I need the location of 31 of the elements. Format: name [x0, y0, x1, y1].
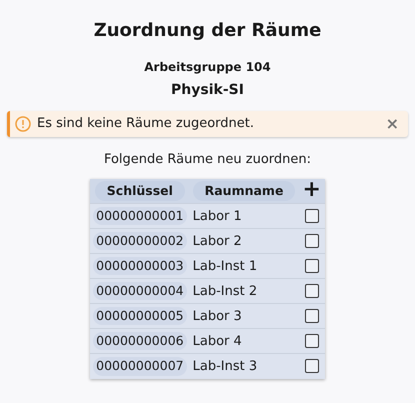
add-button[interactable]: + — [302, 179, 321, 202]
prompt-text: Folgende Räume neu zuordnen: — [104, 151, 312, 169]
room-name-cell: Labor 1 — [190, 204, 298, 229]
key-cell: 00000000006 — [93, 332, 187, 350]
room-name-cell: Labor 2 — [190, 228, 298, 254]
room-name-cell: Lab-Inst 2 — [190, 278, 298, 304]
key-cell: 00000000003 — [93, 256, 187, 276]
room-name-cell: Lab-Inst 1 — [190, 254, 298, 279]
warning-icon — [15, 116, 31, 132]
key-cell: 00000000004 — [93, 282, 187, 300]
key-cell: 00000000007 — [93, 356, 187, 376]
checkbox[interactable] — [304, 334, 319, 348]
checkbox[interactable] — [304, 284, 319, 298]
subject-name: Physik-SI — [171, 81, 244, 100]
group-name: Arbeitsgruppe 104 — [144, 59, 271, 76]
checkbox[interactable] — [304, 308, 319, 323]
key-cell: 00000000005 — [93, 306, 187, 326]
checkbox[interactable] — [304, 258, 319, 273]
alert-message: Es sind keine Räume zugeordnet. — [37, 115, 256, 134]
page-title: Zuordnung der Räume — [94, 19, 322, 43]
key-cell: 00000000001 — [93, 206, 187, 226]
key-cell: 00000000002 — [93, 232, 187, 250]
column-header[interactable]: Raumname — [192, 180, 296, 202]
checkbox[interactable] — [304, 208, 319, 223]
column-header[interactable]: Schlüssel — [94, 180, 185, 202]
room-name-cell: Lab-Inst 3 — [190, 354, 298, 379]
room-name-cell: Labor 4 — [190, 328, 298, 354]
room-name-cell: Labor 3 — [190, 304, 298, 329]
close-button[interactable]: × — [386, 116, 399, 132]
checkbox[interactable] — [304, 359, 319, 374]
checkbox[interactable] — [304, 234, 319, 248]
